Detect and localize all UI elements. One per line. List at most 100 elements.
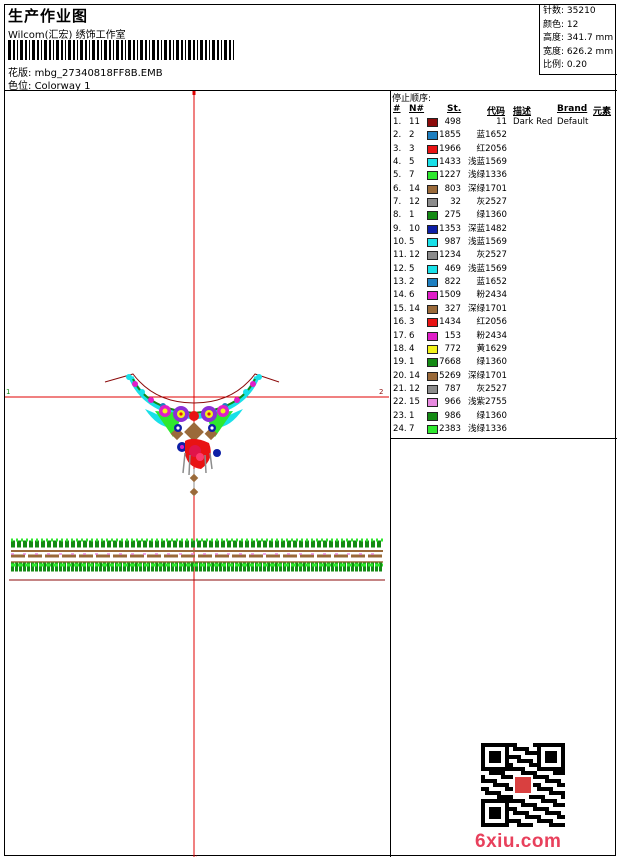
- embroidery-preview: 1 2 :: [5, 91, 389, 860]
- row-number: 6.: [393, 183, 402, 194]
- row-number: 17.: [393, 330, 407, 341]
- stitch-count: 5269: [439, 370, 461, 381]
- needle-number: 1: [409, 357, 415, 368]
- needle-number: 10: [409, 223, 420, 234]
- thread-code: 红2056: [476, 143, 507, 154]
- row-number: 1.: [393, 117, 402, 127]
- color-row: 20. 14 5269 深绿1701: [391, 370, 617, 383]
- row-number: 7.: [393, 197, 402, 208]
- row-number: 14.: [393, 290, 407, 301]
- row-number: 10.: [393, 237, 407, 248]
- color-row: 14. 6 1509 粉2434: [391, 289, 617, 302]
- thread-code: 红2056: [476, 317, 507, 328]
- thread-code: 浅绿1336: [467, 170, 507, 181]
- thread-code: 绿1360: [476, 357, 507, 368]
- color-swatch: [427, 158, 438, 168]
- row-number: 12.: [393, 263, 407, 274]
- table-divider: [391, 438, 617, 439]
- color-swatch: [427, 171, 438, 181]
- color-swatch: [427, 238, 438, 248]
- needle-number: 14: [409, 370, 420, 381]
- color-swatch: [427, 184, 438, 194]
- color-row: 2. 2 1855 蓝1652: [391, 129, 617, 142]
- stitch-count: 787: [444, 383, 461, 394]
- color-swatch: [427, 144, 438, 154]
- stitch-count: 987: [444, 237, 461, 248]
- stitch-count: 1855: [439, 130, 461, 141]
- row-number: 24.: [393, 423, 407, 434]
- stitch-count: 772: [444, 343, 461, 354]
- color-row: 13. 2 822 蓝1652: [391, 276, 617, 289]
- color-swatch: [427, 224, 438, 234]
- stitch-count: 1434: [439, 317, 461, 328]
- row-number: 22.: [393, 397, 407, 408]
- color-row: 16. 3 1434 红2056: [391, 316, 617, 329]
- needle-number: 3: [409, 317, 415, 328]
- color-row: 24. 7 2383 浅绿1336: [391, 423, 617, 436]
- color-swatch: [427, 118, 438, 127]
- color-swatch: [427, 211, 438, 221]
- color-swatch: [427, 264, 438, 274]
- row-number: 2.: [393, 130, 402, 141]
- stitch-count: 153: [444, 330, 461, 341]
- needle-number: 12: [409, 383, 420, 394]
- needle-number: 1: [409, 210, 415, 221]
- spec-width: 宽度: 626.2 mm: [543, 46, 614, 57]
- spec-panel: 针数: 35210 颜色: 12 高度: 341.7 mm 宽度: 626.2 …: [539, 5, 617, 75]
- color-swatch: [427, 424, 438, 434]
- color-swatch: [427, 198, 438, 208]
- row-number: 18.: [393, 343, 407, 354]
- color-row: 8. 1 275 绿1360: [391, 209, 617, 222]
- studio-name: Wilcom(汇宏) 绣饰工作室: [8, 30, 126, 41]
- color-swatch: [427, 344, 438, 354]
- row-number: 16.: [393, 317, 407, 328]
- color-swatch: [427, 251, 438, 261]
- row-number: 15.: [393, 303, 407, 314]
- spec-height: 高度: 341.7 mm: [543, 33, 614, 43]
- color-row: 7. 12 32 灰2527: [391, 196, 617, 209]
- spec-scale: 比例: 0.20: [543, 60, 587, 70]
- row-number: 9.: [393, 223, 402, 234]
- stitch-count: 469: [444, 263, 461, 274]
- stitch-count: 498: [444, 117, 461, 127]
- color-swatch: [427, 411, 438, 421]
- color-row: 15. 14 327 深绿1701: [391, 303, 617, 316]
- col-header-stitches: St.: [447, 104, 462, 114]
- color-row: 11. 12 1234 灰2527: [391, 249, 617, 262]
- color-swatch: [427, 398, 438, 408]
- stitch-count: 1227: [439, 170, 461, 181]
- needle-number: 12: [409, 250, 420, 261]
- color-swatch: [427, 331, 438, 341]
- thread-code: 深绿1701: [467, 303, 507, 314]
- thread-code: 灰2527: [476, 197, 507, 208]
- needle-number: 12: [409, 197, 420, 208]
- thread-code: 灰2527: [476, 383, 507, 394]
- thread-code: 浅紫2755: [467, 397, 507, 408]
- thread-code: 灰2527: [476, 250, 507, 261]
- row-number: 11.: [393, 250, 407, 261]
- svg-text:1: 1: [6, 388, 10, 396]
- col-header-needle: N#: [409, 104, 425, 114]
- needle-number: 14: [409, 183, 420, 194]
- needle-number: 14: [409, 303, 420, 314]
- color-swatch: [427, 318, 438, 328]
- needle-number: 11: [409, 117, 420, 127]
- stitch-count: 2383: [439, 423, 461, 434]
- thread-code: 浅蓝1569: [467, 237, 507, 248]
- needle-number: 3: [409, 143, 415, 154]
- color-row: 5. 7 1227 浅绿1336: [391, 169, 617, 182]
- color-row: 3. 3 1966 红2056: [391, 143, 617, 156]
- color-row: 19. 1 7668 绿1360: [391, 356, 617, 369]
- color-swatch: [427, 291, 438, 301]
- thread-code: 粉2434: [476, 290, 507, 301]
- color-row: 10. 5 987 浅蓝1569: [391, 236, 617, 249]
- stitch-count: 1433: [439, 157, 461, 168]
- row-number: 20.: [393, 370, 407, 381]
- needle-number: 5: [409, 237, 415, 248]
- thread-description: Dark Red: [513, 117, 553, 127]
- color-swatch: [427, 384, 438, 394]
- color-row: 23. 1 986 绿1360: [391, 410, 617, 423]
- thread-code: 浅蓝1569: [467, 157, 507, 168]
- svg-text::: :: [195, 853, 197, 857]
- design-preview-panel: 1 2 :: [5, 91, 391, 860]
